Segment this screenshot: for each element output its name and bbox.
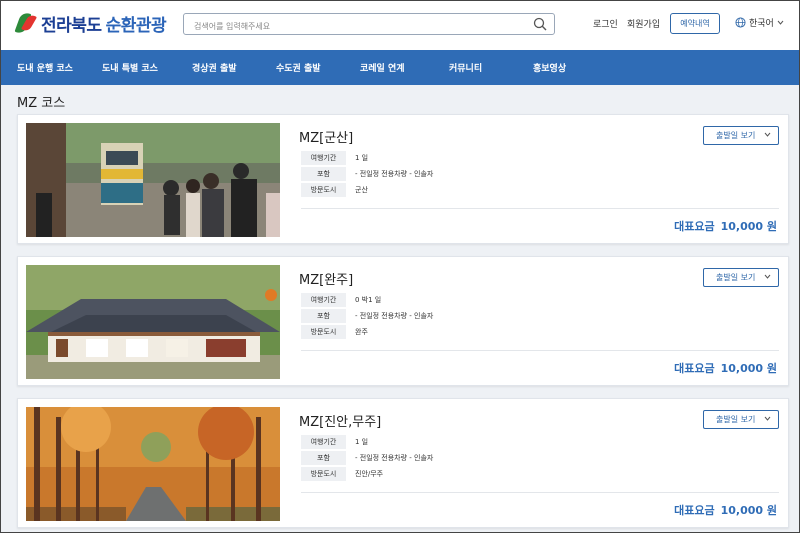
chevron-down-icon [764, 274, 771, 279]
info-row-included: 포함 - 전일정 전용차량 - 인솔자 [301, 309, 433, 323]
info-value: 진안/무주 [355, 470, 384, 478]
info-label: 방문도시 [301, 325, 346, 339]
globe-icon [735, 17, 746, 28]
course-title[interactable]: MZ[군산] [299, 127, 353, 146]
booking-history-button[interactable]: 예약내역 [670, 13, 720, 34]
info-label: 방문도시 [301, 467, 346, 481]
departure-dates-button[interactable]: 출발일 보기 [703, 268, 779, 287]
info-value: 완주 [355, 328, 368, 336]
info-value: 0 박1 일 [355, 296, 382, 304]
search-input[interactable] [184, 16, 514, 37]
nav-item-korail[interactable]: 코레일 연계 [360, 61, 405, 74]
course-image-jinan-muju[interactable] [26, 407, 280, 521]
info-label: 방문도시 [301, 183, 346, 197]
signup-link[interactable]: 회원가입 [627, 17, 660, 30]
logo-main-text: 전라북도 [41, 15, 102, 36]
departure-dates-button[interactable]: 출발일 보기 [703, 410, 779, 429]
search-box [183, 13, 555, 37]
course-title[interactable]: MZ[진안,무주] [299, 411, 381, 430]
info-label: 포함 [301, 451, 346, 465]
course-card[interactable]: MZ[완주] 출발일 보기 여행기간 0 박1 일 포함 - 전일정 전용차량 … [17, 256, 789, 386]
logo-sub-text: 순환관광 [105, 15, 167, 36]
login-link[interactable]: 로그인 [593, 17, 618, 30]
departure-dates-label: 출발일 보기 [716, 273, 756, 282]
info-row-cities: 방문도시 진안/무주 [301, 467, 383, 481]
language-selector[interactable]: 한국어 [735, 16, 787, 29]
price: 대표요금 10,000 원 [674, 218, 777, 234]
course-image-gunsan[interactable] [26, 123, 280, 237]
chevron-down-icon [764, 132, 771, 137]
logo-mark-icon [14, 10, 38, 36]
info-label: 여행기간 [301, 151, 346, 165]
price-label: 대표요금 [674, 362, 715, 375]
chevron-down-icon [777, 20, 784, 25]
price: 대표요금 10,000 원 [674, 360, 777, 376]
info-label: 여행기간 [301, 435, 346, 449]
departure-dates-label: 출발일 보기 [716, 415, 756, 424]
site-logo[interactable]: 전라북도 순환관광 [14, 10, 167, 36]
info-row-duration: 여행기간 0 박1 일 [301, 293, 381, 307]
page-title: MZ 코스 [17, 96, 66, 111]
departure-dates-button[interactable]: 출발일 보기 [703, 126, 779, 145]
info-row-included: 포함 - 전일정 전용차량 - 인솔자 [301, 451, 433, 465]
main-nav: 도내 운행 코스 도내 특별 코스 경상권 출발 수도권 출발 코레일 연계 커… [0, 50, 800, 85]
info-row-duration: 여행기간 1 일 [301, 151, 368, 165]
info-row-cities: 방문도시 완주 [301, 325, 368, 339]
nav-item-gyeongsang[interactable]: 경상권 출발 [192, 61, 237, 74]
nav-item-special-course[interactable]: 도내 특별 코스 [102, 61, 158, 74]
price-value: 10,000 원 [720, 362, 777, 375]
chevron-down-icon [764, 416, 771, 421]
card-divider [301, 350, 779, 351]
site-header: 전라북도 순환관광 로그인 회원가입 예약내역 한국어 [0, 0, 800, 50]
price-value: 10,000 원 [720, 504, 777, 517]
info-value: - 전일정 전용차량 - 인솔자 [355, 170, 434, 178]
info-row-included: 포함 - 전일정 전용차량 - 인솔자 [301, 167, 433, 181]
nav-item-sudogwon[interactable]: 수도권 출발 [276, 61, 321, 74]
info-value: - 전일정 전용차량 - 인솔자 [355, 454, 434, 462]
info-value: - 전일정 전용차량 - 인솔자 [355, 312, 434, 320]
language-label: 한국어 [749, 19, 774, 29]
info-label: 포함 [301, 167, 346, 181]
price-label: 대표요금 [674, 220, 715, 233]
departure-dates-label: 출발일 보기 [716, 131, 756, 140]
price-label: 대표요금 [674, 504, 715, 517]
nav-item-video[interactable]: 홍보영상 [533, 61, 566, 74]
course-title[interactable]: MZ[완주] [299, 269, 353, 288]
info-row-duration: 여행기간 1 일 [301, 435, 368, 449]
price-value: 10,000 원 [720, 220, 777, 233]
price: 대표요금 10,000 원 [674, 502, 777, 518]
info-row-cities: 방문도시 군산 [301, 183, 368, 197]
info-value: 1 일 [355, 154, 369, 162]
info-value: 군산 [355, 186, 368, 194]
info-label: 여행기간 [301, 293, 346, 307]
info-value: 1 일 [355, 438, 369, 446]
card-divider [301, 492, 779, 493]
course-image-wanju[interactable] [26, 265, 280, 379]
course-card[interactable]: MZ[군산] 출발일 보기 여행기간 1 일 포함 - 전일정 전용차량 - 인… [17, 114, 789, 244]
card-divider [301, 208, 779, 209]
course-card[interactable]: MZ[진안,무주] 출발일 보기 여행기간 1 일 포함 - 전일정 전용차량 … [17, 398, 789, 528]
nav-item-community[interactable]: 커뮤니티 [449, 61, 482, 74]
info-label: 포함 [301, 309, 346, 323]
nav-item-local-course[interactable]: 도내 운행 코스 [17, 61, 73, 74]
search-icon[interactable] [533, 17, 547, 31]
